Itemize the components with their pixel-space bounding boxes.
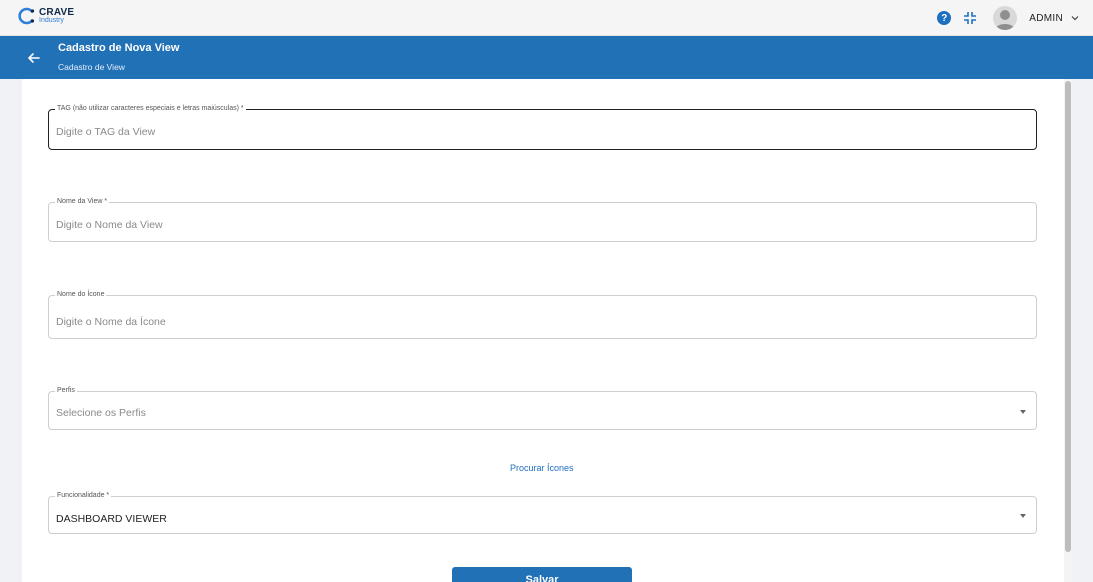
view-name-field-placeholder: Digite o Nome da View [56,219,163,231]
page-title: Cadastro de Nova View [58,42,180,54]
page-subtitle: Cadastro de View [58,62,125,72]
functionality-select[interactable]: Funcionalidade * DASHBOARD VIEWER [48,491,1037,534]
view-name-field[interactable]: Nome da View * Digite o Nome da View [48,197,1037,242]
page: CRAVE Industry ? ADMIN Cadastro de Nova … [0,0,1093,582]
logo-text: CRAVE Industry [39,8,74,25]
caret-down-icon[interactable] [1020,514,1026,518]
view-name-field-label: Nome da View * [55,197,110,207]
tag-field[interactable]: TAG (não utilizar caracteres especiais e… [48,104,1037,150]
search-icons-link[interactable]: Procurar Ícones [510,463,574,473]
save-button[interactable]: Salvar [452,567,632,582]
caret-down-icon[interactable] [1020,410,1026,414]
icon-name-field[interactable]: Nome do Ícone Digite o Nome da Ícone [48,290,1037,339]
icon-name-field-label: Nome do Ícone [55,290,107,300]
profiles-select-label: Perfis [55,386,77,396]
brand-sub: Industry [39,17,64,24]
collapse-icon[interactable] [963,11,977,25]
page-header: Cadastro de Nova View Cadastro de View [0,36,1093,79]
arrow-left-icon[interactable] [27,51,41,65]
user-silhouette-icon [995,10,1016,30]
crave-logo-icon [18,7,35,25]
chevron-down-icon[interactable] [1071,14,1079,22]
help-circle-icon[interactable]: ? [937,11,952,25]
profiles-select-placeholder: Selecione os Perfis [56,407,146,419]
top-bar: CRAVE Industry ? ADMIN [0,0,1093,36]
tag-field-placeholder: Digite o TAG da View [56,126,156,138]
scrollbar-thumb[interactable] [1065,81,1071,552]
functionality-select-value: DASHBOARD VIEWER [56,513,167,525]
user-name[interactable]: ADMIN [1029,13,1063,24]
functionality-select-label: Funcionalidade * [55,491,112,501]
profiles-select[interactable]: Perfis Selecione os Perfis [48,386,1037,430]
icon-name-field-placeholder: Digite o Nome da Ícone [56,316,166,328]
tag-field-label: TAG (não utilizar caracteres especiais e… [55,104,246,114]
topbar-actions: ? ADMIN [937,5,1079,31]
logo[interactable]: CRAVE Industry [18,7,74,25]
avatar[interactable] [993,6,1018,30]
